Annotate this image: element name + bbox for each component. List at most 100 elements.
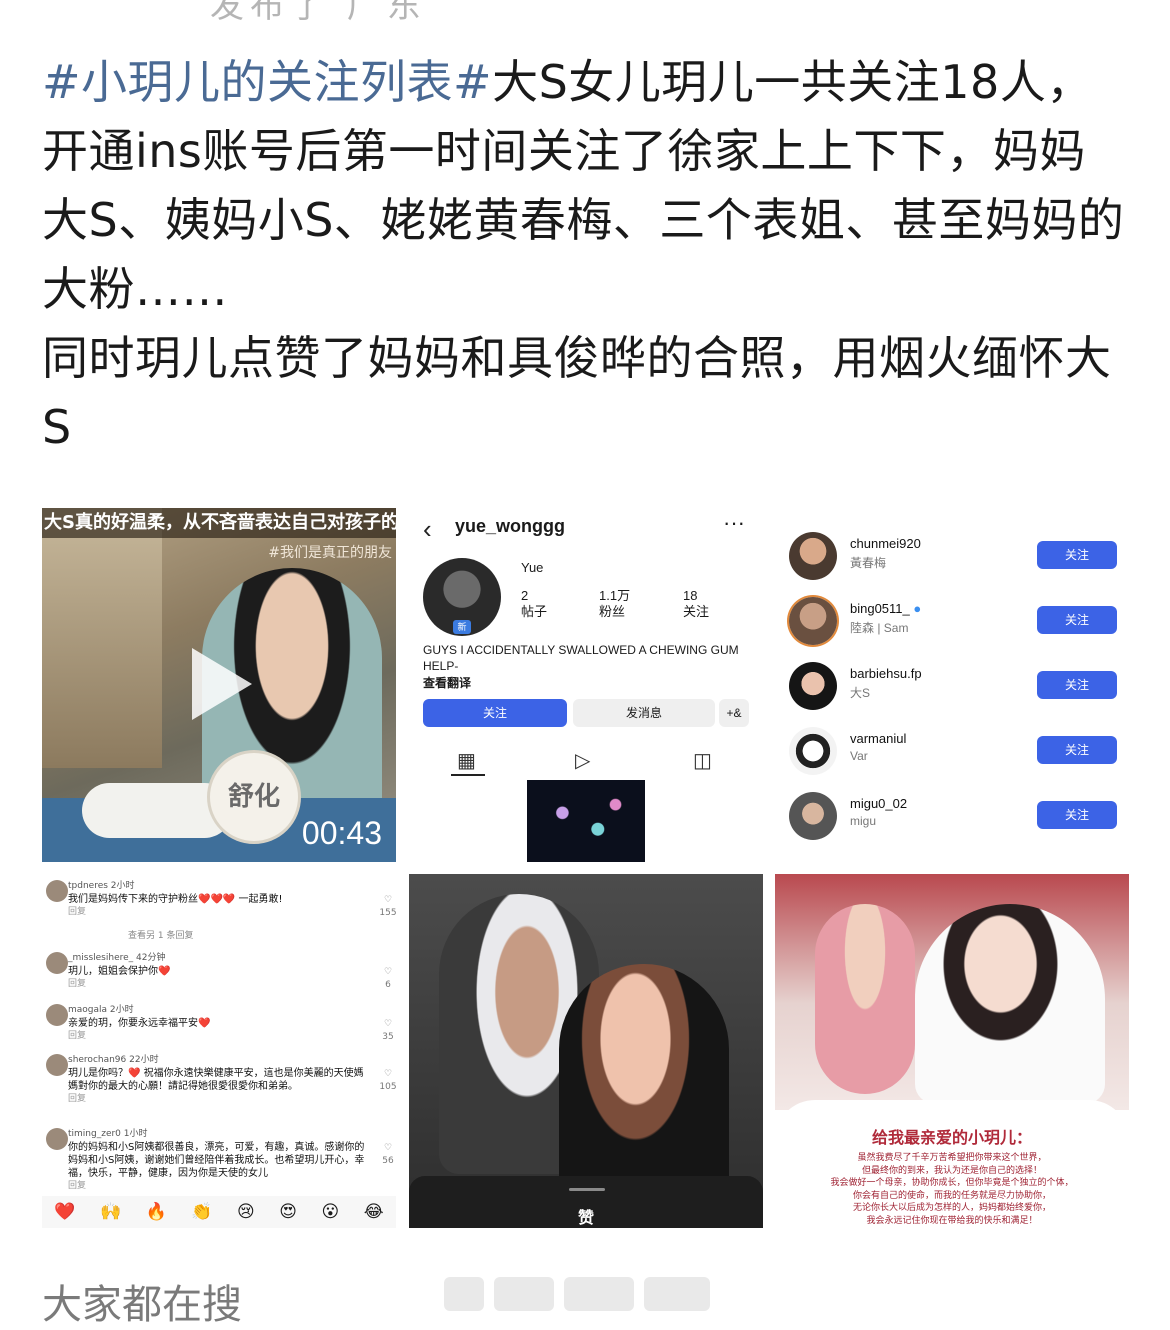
- stat-value: 2: [521, 588, 529, 603]
- follow-button: 关注: [1037, 671, 1117, 699]
- emoji: 😮: [321, 1201, 340, 1222]
- following-subtitle: Var: [850, 749, 868, 763]
- comment-user: _misslesihere_ 42分钟: [68, 953, 166, 963]
- like-count: ♡ 105: [378, 1068, 396, 1094]
- following-username: chunmei920: [850, 536, 921, 551]
- reply-link: 回复: [68, 1094, 87, 1104]
- like-count: ♡ 35: [378, 1018, 396, 1044]
- letter-title: 给我最亲爱的小玥儿：: [871, 1128, 1032, 1147]
- stat-label: 粉丝: [599, 604, 626, 619]
- video-duration: 00:43: [301, 815, 382, 851]
- like-count-text: 105: [379, 1082, 396, 1092]
- post-paragraph-2: 同时玥儿点赞了妈妈和具俊晔的合照，用烟火缅怀大S: [42, 331, 1112, 454]
- like-label: 赞: [577, 1208, 594, 1227]
- following-list-screenshot[interactable]: chunmei920 黃春梅 关注 bing0511_ ● 陸森 | Sam 关…: [775, 508, 1129, 862]
- following-subtitle: 黃春梅: [850, 556, 887, 570]
- scene-wall: [42, 508, 162, 768]
- comment-text: 亲爱的玥，你要永远幸福平安❤️: [68, 1018, 211, 1029]
- emoji: 👏: [191, 1201, 213, 1222]
- avatar: [789, 662, 837, 710]
- stat-following: 18 关注: [683, 588, 709, 620]
- blur-block: [444, 1277, 484, 1311]
- avatar: [46, 1054, 68, 1076]
- reply-link: 回复: [68, 1181, 87, 1191]
- reels-icon: ▷: [575, 750, 591, 772]
- search-section-label: 大家都在搜: [42, 1282, 242, 1328]
- photo-mother: [915, 904, 1105, 1104]
- comment-user: sherochan96 22小时: [68, 1055, 159, 1065]
- like-count: ♡ 56: [378, 1142, 396, 1168]
- stat-label: 帖子: [521, 604, 548, 619]
- video-banner-caption: 大S真的好温柔，从不吝啬表达自己对孩子的爱: [42, 508, 396, 538]
- add-user-icon: +&: [719, 699, 749, 727]
- stat-value: 1.1万: [599, 588, 631, 603]
- comment-item: maogala 2小时 亲爱的玥，你要永远幸福平安❤️ 回复 ♡ 35: [46, 1004, 394, 1043]
- video-subtitle: #我们是真正的朋友: [268, 545, 392, 561]
- more-options-icon: ···: [723, 510, 745, 535]
- emoji: ❤️: [54, 1201, 76, 1222]
- comment-text: 玥儿，姐姐会保护你❤️: [68, 966, 171, 977]
- post-paragraph-1: #小玥儿的关注列表#大S女儿玥儿一共关注18人，开通ins账号后第一时间关注了徐…: [42, 48, 1132, 324]
- heart-icon: ♡: [383, 1069, 393, 1079]
- post-body: #小玥儿的关注列表#大S女儿玥儿一共关注18人，开通ins账号后第一时间关注了徐…: [42, 48, 1132, 462]
- comment-text: 玥儿是你吗？❤️ 祝福你永遠快樂健康平安，這也是你美麗的天使媽媽對你的最大的心願…: [68, 1068, 364, 1092]
- emoji: 😂: [363, 1201, 384, 1222]
- letter-line: 我会永远记住你现在带给我的快乐和满足！: [866, 1215, 1038, 1226]
- grid-icon: ▦: [457, 750, 476, 772]
- comments-screenshot[interactable]: tpdneres 2小时 我们是妈妈传下来的守护粉丝❤️❤️❤️ 一起勇敢! 回…: [42, 874, 396, 1228]
- letter-line: 无论你长大以后成为怎样的人，妈妈都始终爱你，: [852, 1203, 1051, 1213]
- following-username: bing0511_ ●: [850, 601, 921, 616]
- following-row: chunmei920 黃春梅 关注: [775, 526, 1129, 586]
- blur-block: [564, 1277, 634, 1311]
- emoji-reaction-bar: ❤️ 🙌 🔥 👏 😢 😍 😮 😂: [42, 1196, 396, 1228]
- image-grid: 舒化 大S真的好温柔，从不吝啬表达自己对孩子的爱 #我们是真正的朋友 00:43…: [42, 508, 1130, 1230]
- reply-link: 回复: [68, 907, 87, 917]
- stat-value: 18: [683, 588, 698, 603]
- comment-text: 我们是妈妈传下来的守护粉丝❤️❤️❤️ 一起勇敢!: [68, 894, 283, 905]
- video-thumbnail[interactable]: 舒化 大S真的好温柔，从不吝啬表达自己对孩子的爱 #我们是真正的朋友 00:43: [42, 508, 396, 862]
- profile-username: yue_wonggg: [455, 516, 566, 536]
- sheet-grabber: [569, 1188, 605, 1191]
- follow-button: 关注: [1037, 801, 1117, 829]
- following-row: barbiehsu.fp 大S 关注: [775, 656, 1129, 716]
- hashtag-link[interactable]: #小玥儿的关注列表#: [42, 55, 492, 109]
- avatar: [46, 880, 68, 902]
- like-count-text: 35: [382, 1032, 394, 1042]
- following-subtitle: 陸森 | Sam: [850, 621, 909, 635]
- following-row: varmaniul Var 关注: [775, 721, 1129, 781]
- following-row: migu0_02 migu 关注: [775, 786, 1129, 846]
- play-icon[interactable]: [192, 648, 252, 720]
- scene-sign: 舒化: [207, 750, 301, 844]
- emoji: 😍: [279, 1201, 297, 1222]
- comment-item: sherochan96 22小时 玥儿是你吗？❤️ 祝福你永遠快樂健康平安，這也…: [46, 1054, 396, 1106]
- following-username-text: bing0511_: [850, 601, 910, 616]
- avatar: [46, 952, 68, 974]
- verified-icon: ●: [913, 601, 922, 616]
- blurred-search-suggestion[interactable]: [444, 1277, 714, 1311]
- letter-body: 虽然我费尽了千辛万苦希望把你带来这个世界， 但最终你的到来，我认为还是你自己的选…: [791, 1152, 1113, 1227]
- emoji: 🙌: [99, 1201, 122, 1222]
- view-more-replies: 查看另 1 条回复: [128, 931, 194, 941]
- avatar: [789, 792, 837, 840]
- letter-line: 但最终你的到来，我认为还是你自己的选择！: [861, 1165, 1042, 1176]
- letter-line: 虽然我费尽了千辛万苦希望把你带来这个世界，: [857, 1153, 1047, 1163]
- follow-button: 关注: [1037, 736, 1117, 764]
- chevron-left-icon: ‹: [423, 514, 432, 544]
- letter-image[interactable]: 给我最亲爱的小玥儿： 虽然我费尽了千辛万苦希望把你带来这个世界， 但最终你的到来…: [775, 874, 1129, 1228]
- following-username: barbiehsu.fp: [850, 666, 922, 681]
- instagram-profile-screenshot[interactable]: ‹ yue_wonggg ··· 新 Yue 2 帖子 1.1万 粉丝 18 关注 G…: [409, 508, 763, 862]
- comment-user: timing_zer0 1小时: [68, 1129, 148, 1139]
- comment-text: 你的妈妈和小S阿姨都很善良，漂亮，可爱，有趣，真诚。感谢你的妈妈和小S阿姨，谢谢…: [68, 1142, 365, 1179]
- emoji: 🔥: [145, 1201, 167, 1222]
- stat-followers: 1.1万 粉丝: [599, 588, 630, 620]
- letter-line: 你会有自己的使命，而我的任务就是尽力协助你，: [852, 1190, 1051, 1201]
- translate-link: 查看翻译: [423, 676, 472, 690]
- like-count: ♡ 155: [378, 894, 396, 920]
- blur-block: [494, 1277, 554, 1311]
- emoji: 😢: [237, 1201, 255, 1222]
- avatar: [46, 1128, 68, 1150]
- avatar: [789, 597, 837, 645]
- stat-label: 关注: [683, 604, 710, 619]
- couple-photo[interactable]: 赞: [409, 874, 763, 1228]
- comment-user: maogala 2小时: [68, 1005, 134, 1015]
